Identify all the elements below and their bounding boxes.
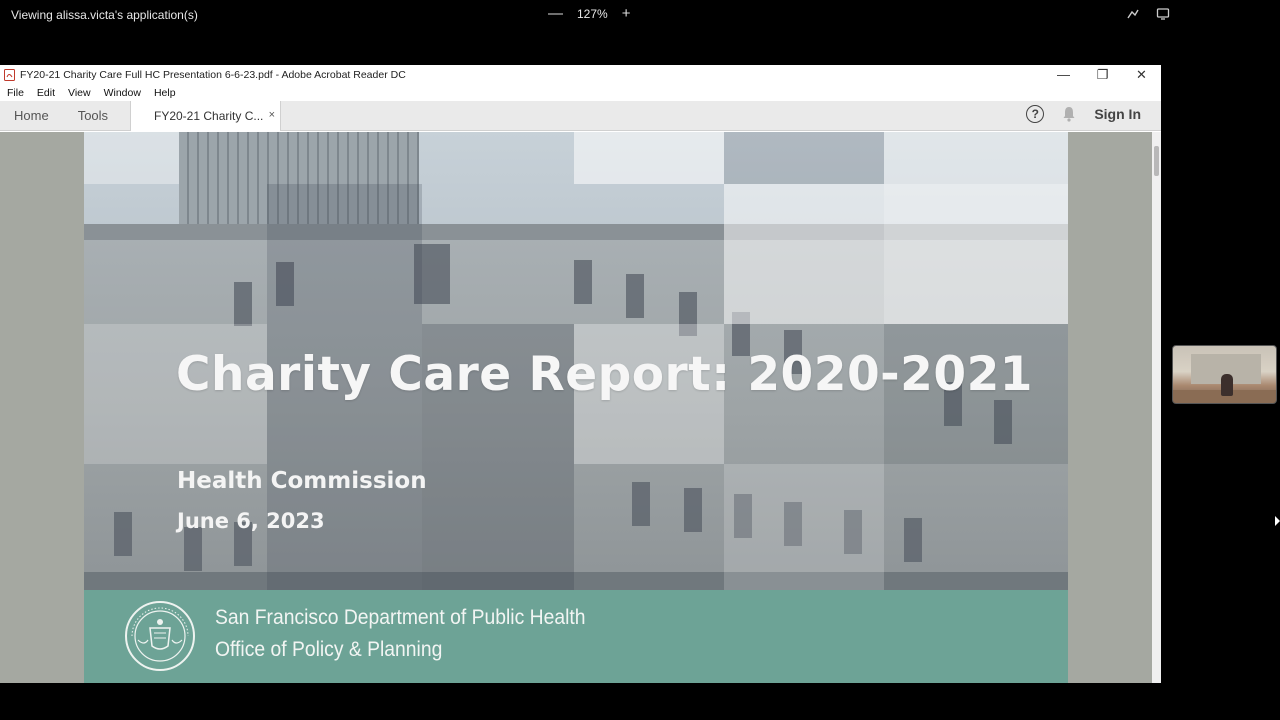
tab-tools[interactable]: Tools xyxy=(78,108,108,123)
remote-control-icon[interactable] xyxy=(1156,7,1170,21)
building-window xyxy=(234,282,252,326)
close-window-button[interactable]: ✕ xyxy=(1122,65,1161,84)
mosaic-tile xyxy=(724,184,884,324)
presentation-slide: Charity Care Report: 2020-2021 Health Co… xyxy=(84,132,1068,683)
scrollbar-thumb[interactable] xyxy=(1154,146,1159,176)
restore-button[interactable]: ❐ xyxy=(1083,65,1122,84)
tab-document[interactable]: FY20-21 Charity C... × xyxy=(130,101,281,131)
office-name: Office of Policy & Planning xyxy=(215,638,443,661)
tab-document-label: FY20-21 Charity C... xyxy=(154,109,264,123)
slide-subtitle: Health Commission xyxy=(177,468,427,494)
tab-bar: Home Tools FY20-21 Charity C... × ? Sign… xyxy=(0,101,1161,131)
slide-footer: San Francisco Department of Public Healt… xyxy=(84,590,1068,683)
zoom-controls: — 127% + xyxy=(548,6,630,21)
building-window xyxy=(684,488,702,532)
window-title: FY20-21 Charity Care Full HC Presentatio… xyxy=(20,68,406,81)
window-controls: — ❐ ✕ xyxy=(1044,65,1161,84)
mosaic-tile xyxy=(84,132,179,184)
help-circle-icon[interactable]: ? xyxy=(1026,105,1045,123)
building-window xyxy=(574,260,592,304)
building-window xyxy=(632,482,650,526)
window-titlebar: FY20-21 Charity Care Full HC Presentatio… xyxy=(0,65,1161,84)
video-participant xyxy=(1221,374,1233,396)
building-window xyxy=(184,527,202,571)
menu-help[interactable]: Help xyxy=(154,87,176,99)
department-name: San Francisco Department of Public Healt… xyxy=(215,606,586,629)
viewing-label: Viewing alissa.victa's application(s) xyxy=(11,8,198,22)
pdf-file-icon xyxy=(4,68,15,81)
menu-edit[interactable]: Edit xyxy=(37,87,55,99)
menu-file[interactable]: File xyxy=(7,87,24,99)
zoom-level: 127% xyxy=(577,6,608,21)
participant-video-thumbnail[interactable] xyxy=(1172,345,1277,404)
mosaic-tile xyxy=(574,132,724,184)
menu-bar: File Edit View Window Help xyxy=(0,84,1161,101)
slide-title: Charity Care Report: 2020-2021 xyxy=(176,347,1033,402)
share-tools xyxy=(1126,7,1170,21)
tab-bar-right: ? Sign In xyxy=(1026,105,1141,123)
mosaic-tile xyxy=(724,132,884,184)
screen-share-bar: Viewing alissa.victa's application(s) — … xyxy=(0,0,1280,30)
zoom-in-button[interactable]: + xyxy=(622,6,631,21)
annotate-icon[interactable] xyxy=(1126,7,1140,21)
close-tab-icon[interactable]: × xyxy=(269,109,275,121)
zoom-out-button[interactable]: — xyxy=(548,6,563,21)
sidewalk xyxy=(84,572,1068,592)
acrobat-window: FY20-21 Charity Care Full HC Presentatio… xyxy=(0,65,1161,683)
mosaic-tile xyxy=(884,184,1068,324)
menu-view[interactable]: View xyxy=(68,87,91,99)
menu-window[interactable]: Window xyxy=(104,87,141,99)
sf-city-seal-icon xyxy=(125,601,195,671)
building-window xyxy=(904,518,922,562)
bell-icon[interactable] xyxy=(1062,106,1076,122)
minimize-button[interactable]: — xyxy=(1044,65,1083,84)
sign-in-button[interactable]: Sign In xyxy=(1094,106,1141,122)
slide-date: June 6, 2023 xyxy=(177,509,325,533)
cursor-icon xyxy=(1275,516,1280,526)
document-viewer: Charity Care Report: 2020-2021 Health Co… xyxy=(0,132,1161,683)
mosaic-tile xyxy=(884,132,1068,184)
tab-home[interactable]: Home xyxy=(14,108,49,123)
vertical-scrollbar[interactable] xyxy=(1152,132,1161,683)
mosaic-tile xyxy=(724,464,884,594)
building-window xyxy=(114,512,132,556)
building-window xyxy=(626,274,644,318)
